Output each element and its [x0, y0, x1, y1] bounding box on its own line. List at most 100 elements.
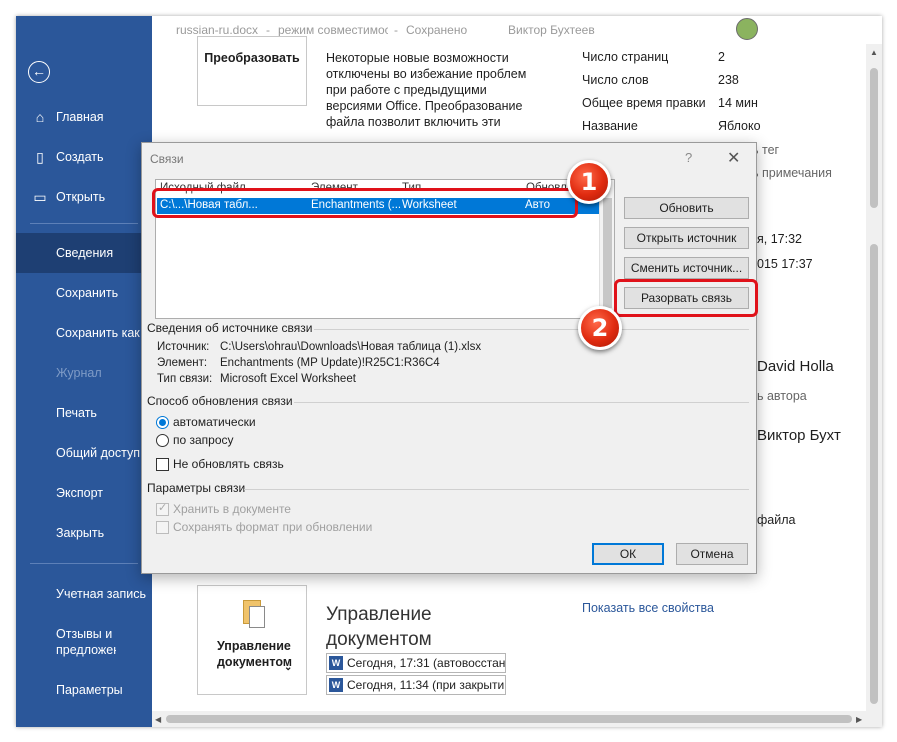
convert-description: Некоторые новые возможности отключены во… [326, 51, 527, 129]
manage-document-button[interactable]: Управление документом ⌄ [197, 585, 307, 695]
save-status: Сохранено [406, 23, 468, 37]
sidebar-item-new[interactable]: ▯ Создать [16, 137, 152, 177]
sidebar-item-label: Печать [56, 406, 97, 420]
scroll-left-icon[interactable]: ◀ [155, 715, 161, 724]
sidebar-item-label: Главная [56, 110, 104, 124]
property-label: Общее время правки [582, 96, 706, 110]
scroll-up-icon[interactable]: ▲ [870, 48, 878, 57]
sidebar-item-label: Создать [56, 150, 104, 164]
sidebar-item-export[interactable]: Экспорт [16, 473, 152, 513]
word-doc-icon: W [329, 656, 343, 670]
section-divider [244, 489, 749, 490]
word-doc-icon: W [329, 678, 343, 692]
show-all-properties-link[interactable]: Показать все свойства [582, 601, 714, 615]
sidebar-item-close[interactable]: Закрыть [16, 513, 152, 553]
sidebar-item-label: Экспорт [56, 486, 103, 500]
sidebar-item-save[interactable]: Сохранить [16, 273, 152, 313]
step-badge-1: 1 [567, 160, 611, 204]
version-label: Сегодня, 17:31 (автовосстановление) [347, 656, 506, 670]
scroll-thumb[interactable] [870, 244, 878, 704]
sidebar-item-label: Сохранить как [56, 326, 140, 340]
auto-update-label: автоматически [173, 415, 256, 429]
arrow-left-icon[interactable]: ← [28, 61, 50, 83]
last-modified-by: Виктор Бухт [757, 427, 841, 444]
convert-button[interactable]: Преобразовать [197, 36, 307, 106]
version-item[interactable]: W Сегодня, 11:34 (при закрытии без сохра… [326, 675, 506, 695]
sidebar-item-home[interactable]: ⌂ Главная [16, 97, 152, 137]
open-source-button[interactable]: Открыть источник [624, 227, 749, 249]
section-divider [294, 402, 749, 403]
ok-button[interactable]: ОК [592, 543, 664, 565]
property-value: 2 [718, 50, 725, 64]
sidebar-item-options[interactable]: Параметры [16, 670, 152, 710]
sidebar-item-label: Отзывы и предложения [56, 627, 116, 657]
source-label: Источник: [157, 341, 210, 353]
sidebar-item-print[interactable]: Печать [16, 393, 152, 433]
user-name: Виктор Бухтеев [508, 23, 595, 37]
backstage-sidebar: ← ⌂ Главная ▯ Создать ▭ Открыть Сведения… [16, 16, 152, 727]
compat-mode-label: режим совместимости [278, 23, 388, 37]
sidebar-item-label: Сведения [56, 246, 114, 260]
sidebar-item-label: Параметры [56, 683, 123, 697]
new-doc-icon: ▯ [36, 149, 44, 165]
highlight-link-row [152, 188, 578, 218]
sidebar-item-save-as[interactable]: Сохранить как [16, 313, 152, 353]
link-type-label: Тип связи: [157, 373, 213, 385]
list-scrollbar[interactable]: ▲ [599, 180, 614, 318]
vertical-scrollbar[interactable]: ▲ [866, 44, 882, 727]
highlight-break-link [614, 279, 758, 317]
avatar[interactable] [736, 18, 758, 40]
source-info-heading: Сведения об источнике связи [147, 321, 313, 335]
store-in-document-label: Хранить в документе [173, 502, 291, 516]
property-value: 14 мин [718, 96, 758, 110]
manage-document-heading: Управление документом [326, 604, 432, 650]
sidebar-item-info[interactable]: Сведения [16, 233, 152, 273]
sidebar-item-account[interactable]: Учетная запись [16, 574, 152, 614]
version-item[interactable]: W Сегодня, 17:31 (автовосстановление) [326, 653, 506, 673]
horizontal-scrollbar[interactable]: ◀ ▶ [152, 711, 866, 727]
link-type-value: Microsoft Excel Worksheet [220, 373, 356, 385]
scroll-thumb[interactable] [166, 715, 852, 723]
title-separator: - [266, 23, 270, 37]
sidebar-item-label: Сохранить [56, 286, 119, 300]
add-author-link[interactable]: ь автора [757, 389, 807, 403]
keep-format-checkbox [156, 521, 169, 534]
sidebar-divider [30, 223, 138, 224]
sidebar-item-label: Открыть [56, 190, 106, 204]
source-value: C:\Users\ohrau\Downloads\Новая таблица (… [220, 341, 482, 353]
sidebar-item-share[interactable]: Общий доступ [16, 433, 152, 473]
scroll-right-icon[interactable]: ▶ [856, 715, 862, 724]
keep-format-label: Сохранять формат при обновлении [173, 520, 373, 534]
no-update-checkbox[interactable] [156, 458, 169, 471]
auto-update-radio[interactable] [156, 416, 169, 429]
open-file-location-link[interactable]: файла [757, 513, 795, 527]
sidebar-item-feedback[interactable]: Отзывы и предложения [16, 626, 116, 658]
property-label: Число слов [582, 73, 649, 87]
item-value: Enchantments (MP Update)!R25C1:R36C4 [220, 357, 440, 369]
created-date: 015 17:37 [757, 257, 813, 271]
version-label: Сегодня, 11:34 (при закрытии без сохране… [347, 678, 506, 692]
sidebar-divider [30, 563, 138, 564]
property-value: 238 [718, 73, 739, 87]
manual-update-radio[interactable] [156, 434, 169, 447]
section-divider [314, 329, 749, 330]
scroll-thumb[interactable] [870, 68, 878, 208]
title-separator: - [394, 23, 398, 37]
sidebar-item-open[interactable]: ▭ Открыть [16, 177, 152, 217]
property-label: Число страниц [582, 50, 669, 64]
cancel-button[interactable]: Отмена [676, 543, 748, 565]
sidebar-item-label: Журнал [56, 366, 102, 380]
update-method-heading: Способ обновления связи [147, 394, 293, 408]
change-source-button[interactable]: Сменить источник... [624, 257, 749, 279]
manage-document-label: Управление документом [217, 639, 293, 669]
link-params-heading: Параметры связи [147, 481, 246, 495]
scroll-thumb[interactable] [603, 198, 612, 308]
close-icon[interactable]: ✕ [727, 148, 740, 168]
sidebar-item-label: Учетная запись [56, 587, 147, 601]
store-in-document-checkbox [156, 501, 169, 516]
chevron-down-icon: ⌄ [284, 662, 293, 673]
refresh-button[interactable]: Обновить [624, 197, 749, 219]
add-notes-link[interactable]: ь примечания [752, 166, 832, 180]
folder-icon: ▭ [33, 189, 47, 205]
help-icon[interactable]: ? [685, 150, 692, 165]
